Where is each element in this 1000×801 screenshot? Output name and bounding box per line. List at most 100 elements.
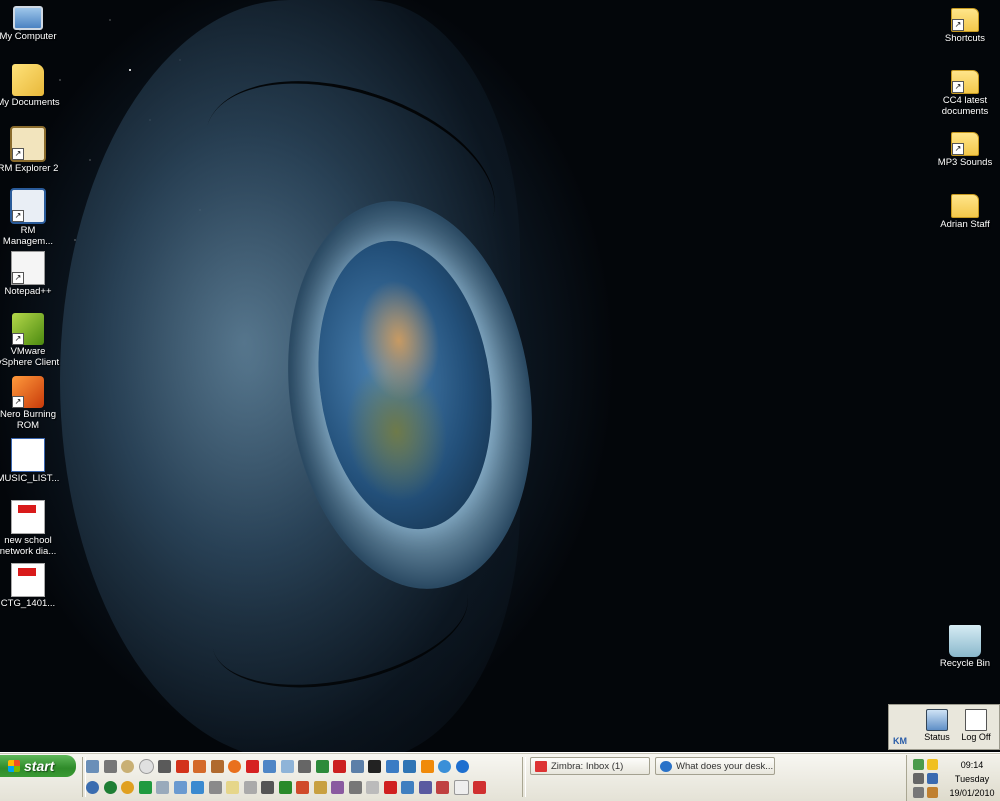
firefox-icon[interactable] [228, 760, 241, 773]
user-icon[interactable] [927, 773, 938, 784]
folder-shortcut-icon: ↗ [951, 132, 979, 156]
desktop-icon-label: My Documents [0, 97, 60, 108]
network-icon[interactable] [913, 759, 924, 770]
desktop-icon-rm-explorer[interactable]: ↗ RM Explorer 2 [0, 126, 61, 175]
quick-launch-icon[interactable] [298, 760, 311, 773]
notepad-plus-plus-icon: ↗ [11, 251, 45, 285]
quick-launch-icon[interactable] [331, 781, 344, 794]
quick-launch-icon[interactable] [296, 781, 309, 794]
quick-launch-icon[interactable] [368, 760, 381, 773]
quick-launch-icon[interactable] [86, 760, 99, 773]
quick-launch-icon[interactable] [313, 781, 327, 794]
status-icon [926, 709, 948, 731]
desktop-icon-ctg-pdf[interactable]: CTG_1401... [0, 563, 61, 610]
quick-launch-icon[interactable] [208, 781, 222, 794]
desktop-icon-my-documents[interactable]: My Documents [0, 64, 61, 109]
filezilla-icon[interactable] [175, 760, 189, 773]
quick-launch-icon[interactable] [366, 781, 379, 794]
quick-launch-icon[interactable] [138, 759, 154, 774]
quick-launch-icon[interactable] [401, 781, 414, 794]
quick-launch-icon[interactable] [263, 760, 276, 773]
quick-launch-icon[interactable] [280, 760, 294, 773]
shortcut-arrow-icon: ↗ [12, 272, 24, 284]
shortcut-arrow-icon: ↗ [952, 81, 964, 93]
desktop-icon-mp3-sounds-folder[interactable]: ↗ MP3 Sounds [932, 126, 998, 169]
quick-launch-icon[interactable] [453, 780, 469, 795]
log-off-icon [965, 709, 987, 731]
desktop-icon-music-list[interactable]: MUSIC_LIST... [0, 438, 61, 485]
quick-launch-icon[interactable] [315, 760, 329, 773]
shortcut-arrow-icon: ↗ [12, 148, 24, 160]
desktop-icon-network-diagram[interactable]: new school network dia... [0, 500, 61, 557]
desktop-icon-shortcuts-folder[interactable]: ↗ Shortcuts [932, 2, 998, 45]
shortcut-arrow-icon: ↗ [952, 19, 964, 31]
taskbar-task-internet-explorer[interactable]: What does your desk... [655, 757, 775, 775]
quick-launch-icon[interactable] [333, 760, 346, 773]
quick-launch-icon[interactable] [438, 760, 451, 773]
km-logo: KM [893, 736, 907, 746]
quick-launch-icon[interactable] [350, 760, 364, 773]
quick-launch-icon[interactable] [121, 760, 134, 773]
desktop-icon-adrian-staff-folder[interactable]: Adrian Staff [932, 188, 998, 231]
quick-launch-icon[interactable] [348, 781, 362, 794]
tools-icon[interactable] [927, 787, 938, 798]
quick-launch-icon[interactable] [403, 760, 416, 773]
info-icon[interactable] [121, 781, 134, 794]
quick-launch-icon[interactable] [383, 781, 397, 794]
quick-launch-icon[interactable] [158, 760, 171, 773]
quick-launch-icon[interactable] [191, 781, 204, 794]
quick-launch-row-2 [86, 777, 518, 798]
quick-launch-icon[interactable] [436, 781, 449, 794]
quick-launch-icon[interactable] [245, 760, 259, 773]
quick-launch-icon[interactable] [243, 781, 257, 794]
quick-launch-icon[interactable] [103, 760, 117, 773]
quick-launch-icon[interactable] [278, 781, 292, 794]
clock-date: 19/01/2010 [949, 788, 995, 798]
desktop-icon-notepad-plus-plus[interactable]: ↗ Notepad++ [0, 251, 61, 298]
quick-launch-icon[interactable] [86, 781, 99, 794]
quick-launch-row-1 [86, 756, 518, 777]
quick-launch-icon[interactable] [173, 781, 187, 794]
internet-explorer-icon[interactable] [455, 760, 469, 773]
quick-launch-icon[interactable] [156, 781, 169, 794]
log-off-label: Log Off [961, 732, 991, 742]
log-off-button[interactable]: Log Off [956, 709, 996, 742]
shortcut-arrow-icon: ↗ [12, 210, 24, 222]
desktop-icon-vmware[interactable]: ↗ VMware vSphere Client [0, 313, 61, 368]
quick-launch-icon[interactable] [473, 781, 486, 794]
desktop-icon-label: My Computer [0, 31, 57, 42]
security-shield-icon[interactable] [927, 759, 938, 770]
taskbar-separator [522, 757, 526, 797]
desktop-icon-label: Notepad++ [4, 286, 52, 297]
quick-launch-icon[interactable] [210, 760, 224, 773]
windows-logo-icon [8, 760, 20, 772]
quick-launch-icon[interactable] [418, 781, 432, 794]
desktop-icon-label: new school network dia... [0, 535, 57, 557]
status-button[interactable]: Status [917, 709, 957, 742]
quick-launch-icon[interactable] [226, 781, 239, 794]
desktop-icon-my-computer[interactable]: My Computer [0, 2, 61, 43]
vmware-icon: ↗ [12, 313, 44, 345]
quick-launch-icon[interactable] [385, 760, 399, 773]
desktop-icon-recycle-bin[interactable]: Recycle Bin [932, 625, 998, 670]
taskbar-task-zimbra[interactable]: Zimbra: Inbox (1) [530, 757, 650, 775]
clock-time[interactable]: 09:14 [945, 760, 999, 771]
tray-icon[interactable] [913, 787, 924, 798]
shortcut-arrow-icon: ↗ [952, 143, 964, 155]
start-label: start [24, 758, 55, 774]
word-document-icon [11, 438, 45, 472]
quick-launch-icon[interactable] [261, 781, 274, 794]
desktop-icon-label: VMware vSphere Client [0, 346, 60, 368]
desktop-icon-nero[interactable]: ↗ Nero Burning ROM [0, 376, 61, 431]
volume-icon[interactable] [913, 773, 924, 784]
task-label: What does your desk... [676, 761, 774, 772]
desktop-icon-rm-management[interactable]: ↗ RM Managem... [0, 188, 61, 247]
start-button[interactable]: start [0, 755, 76, 777]
desktop-icon-label: Adrian Staff [940, 219, 990, 230]
vlc-icon[interactable] [420, 760, 434, 773]
quick-launch-icon[interactable] [193, 760, 206, 773]
pdf-icon [11, 500, 45, 534]
spotify-icon[interactable] [103, 781, 117, 794]
quick-launch-icon[interactable] [138, 781, 152, 794]
desktop-icon-cc4-documents-folder[interactable]: ↗ CC4 latest documents [932, 64, 998, 117]
